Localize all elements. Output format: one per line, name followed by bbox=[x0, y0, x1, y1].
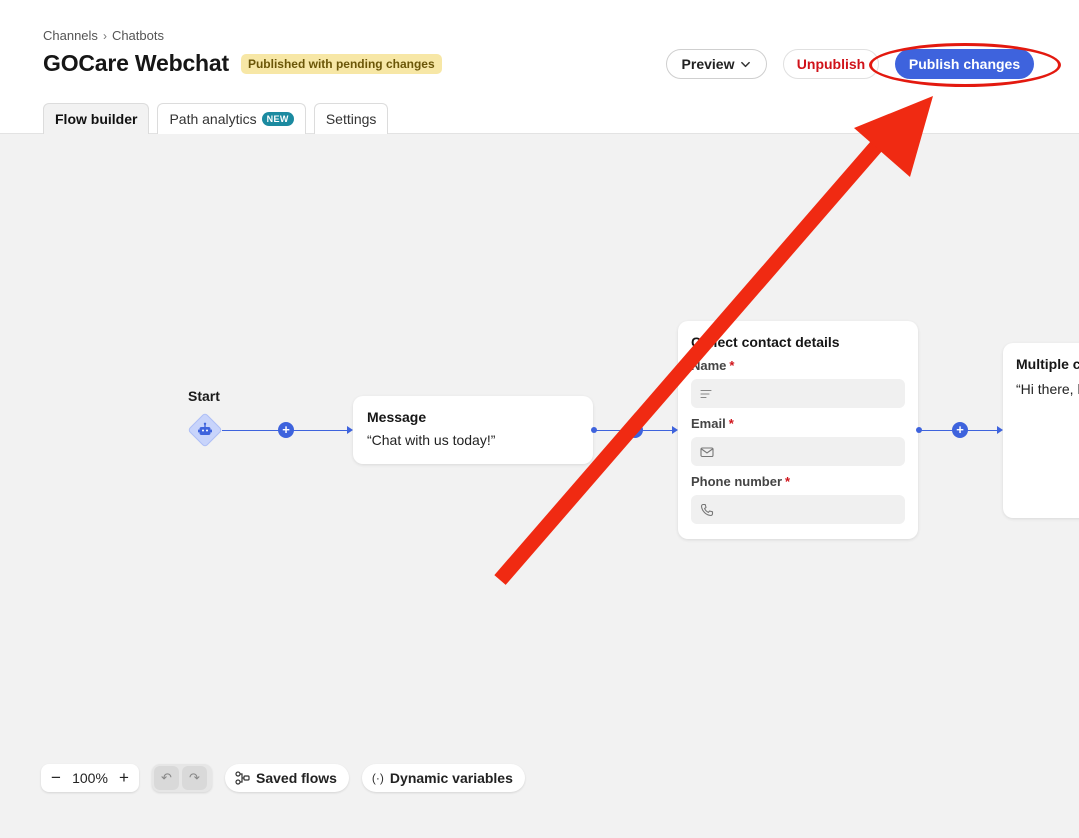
start-node[interactable] bbox=[188, 413, 222, 447]
undo-button[interactable]: ↶ bbox=[154, 766, 179, 790]
canvas-toolbar: − 100% + ↶ ↷ Saved flows (·) Dynamic var… bbox=[41, 764, 525, 792]
dynamic-variables-label: Dynamic variables bbox=[389, 770, 513, 786]
flow-icon bbox=[235, 771, 250, 785]
phone-field-label: Phone number * bbox=[691, 474, 791, 489]
annotation-ellipse bbox=[869, 43, 1061, 87]
zoom-out-button[interactable]: − bbox=[49, 768, 63, 788]
add-step-button[interactable]: + bbox=[952, 422, 968, 438]
chevron-down-icon bbox=[741, 61, 751, 67]
breadcrumb-separator: › bbox=[102, 28, 107, 43]
zoom-level: 100% bbox=[72, 770, 108, 786]
multiple-choice-node[interactable]: Multiple choice “Hi there, how can we he… bbox=[1003, 343, 1079, 518]
breadcrumb-channels[interactable]: Channels bbox=[43, 28, 98, 43]
tab-path-analytics[interactable]: Path analytics NEW bbox=[157, 103, 306, 134]
tab-label: Path analytics bbox=[169, 111, 257, 127]
email-field-label: Email * bbox=[691, 416, 734, 431]
undo-redo-controls: ↶ ↷ bbox=[152, 764, 212, 792]
saved-flows-button[interactable]: Saved flows bbox=[225, 764, 349, 792]
new-badge: NEW bbox=[261, 112, 294, 126]
phone-icon bbox=[700, 503, 714, 516]
unpublish-button[interactable]: Unpublish bbox=[783, 49, 879, 79]
tab-label: Settings bbox=[325, 111, 377, 127]
preview-button-label: Preview bbox=[681, 56, 735, 72]
saved-flows-label: Saved flows bbox=[256, 770, 337, 786]
breadcrumb: Channels › Chatbots bbox=[43, 28, 164, 43]
variable-icon: (·) bbox=[371, 771, 384, 785]
preview-button[interactable]: Preview bbox=[666, 49, 767, 79]
flow-canvas[interactable]: Start + Message “Chat with us today!” + … bbox=[0, 134, 1079, 838]
collect-contact-node[interactable]: Collect contact details Name * Email * Pho… bbox=[678, 321, 918, 539]
dynamic-variables-button[interactable]: (·) Dynamic variables bbox=[361, 764, 525, 792]
breadcrumb-chatbots[interactable]: Chatbots bbox=[112, 28, 164, 43]
title-row: GOCare Webchat Published with pending ch… bbox=[43, 50, 442, 77]
text-lines-icon bbox=[700, 389, 712, 398]
message-node-title: Message bbox=[367, 409, 427, 425]
tab-flow-builder[interactable]: Flow builder bbox=[43, 103, 150, 134]
add-step-button[interactable]: + bbox=[278, 422, 294, 438]
page-title: GOCare Webchat bbox=[43, 50, 229, 76]
email-field[interactable] bbox=[691, 437, 905, 466]
redo-icon: ↷ bbox=[189, 770, 200, 785]
zoom-controls: − 100% + bbox=[41, 764, 139, 792]
phone-field[interactable] bbox=[691, 495, 905, 524]
zoom-in-button[interactable]: + bbox=[117, 768, 131, 788]
tab-bar: Flow builder Path analytics NEW Settings bbox=[43, 103, 389, 134]
undo-icon: ↶ bbox=[161, 770, 172, 785]
add-step-button[interactable]: + bbox=[627, 422, 643, 438]
multiple-choice-title: Multiple choice bbox=[1016, 356, 1079, 372]
name-field[interactable] bbox=[691, 379, 905, 408]
mail-icon bbox=[700, 446, 714, 457]
redo-button[interactable]: ↷ bbox=[182, 766, 207, 790]
collect-contact-title: Collect contact details bbox=[691, 334, 840, 350]
start-label: Start bbox=[188, 388, 220, 404]
multiple-choice-text: “Hi there, how can we help?” bbox=[1016, 381, 1079, 397]
message-node-text: “Chat with us today!” bbox=[367, 432, 496, 448]
message-node[interactable]: Message “Chat with us today!” bbox=[353, 396, 593, 464]
tab-label: Flow builder bbox=[55, 111, 138, 127]
tab-settings[interactable]: Settings bbox=[313, 103, 389, 134]
status-badge: Published with pending changes bbox=[240, 53, 442, 74]
name-field-label: Name * bbox=[691, 358, 735, 373]
